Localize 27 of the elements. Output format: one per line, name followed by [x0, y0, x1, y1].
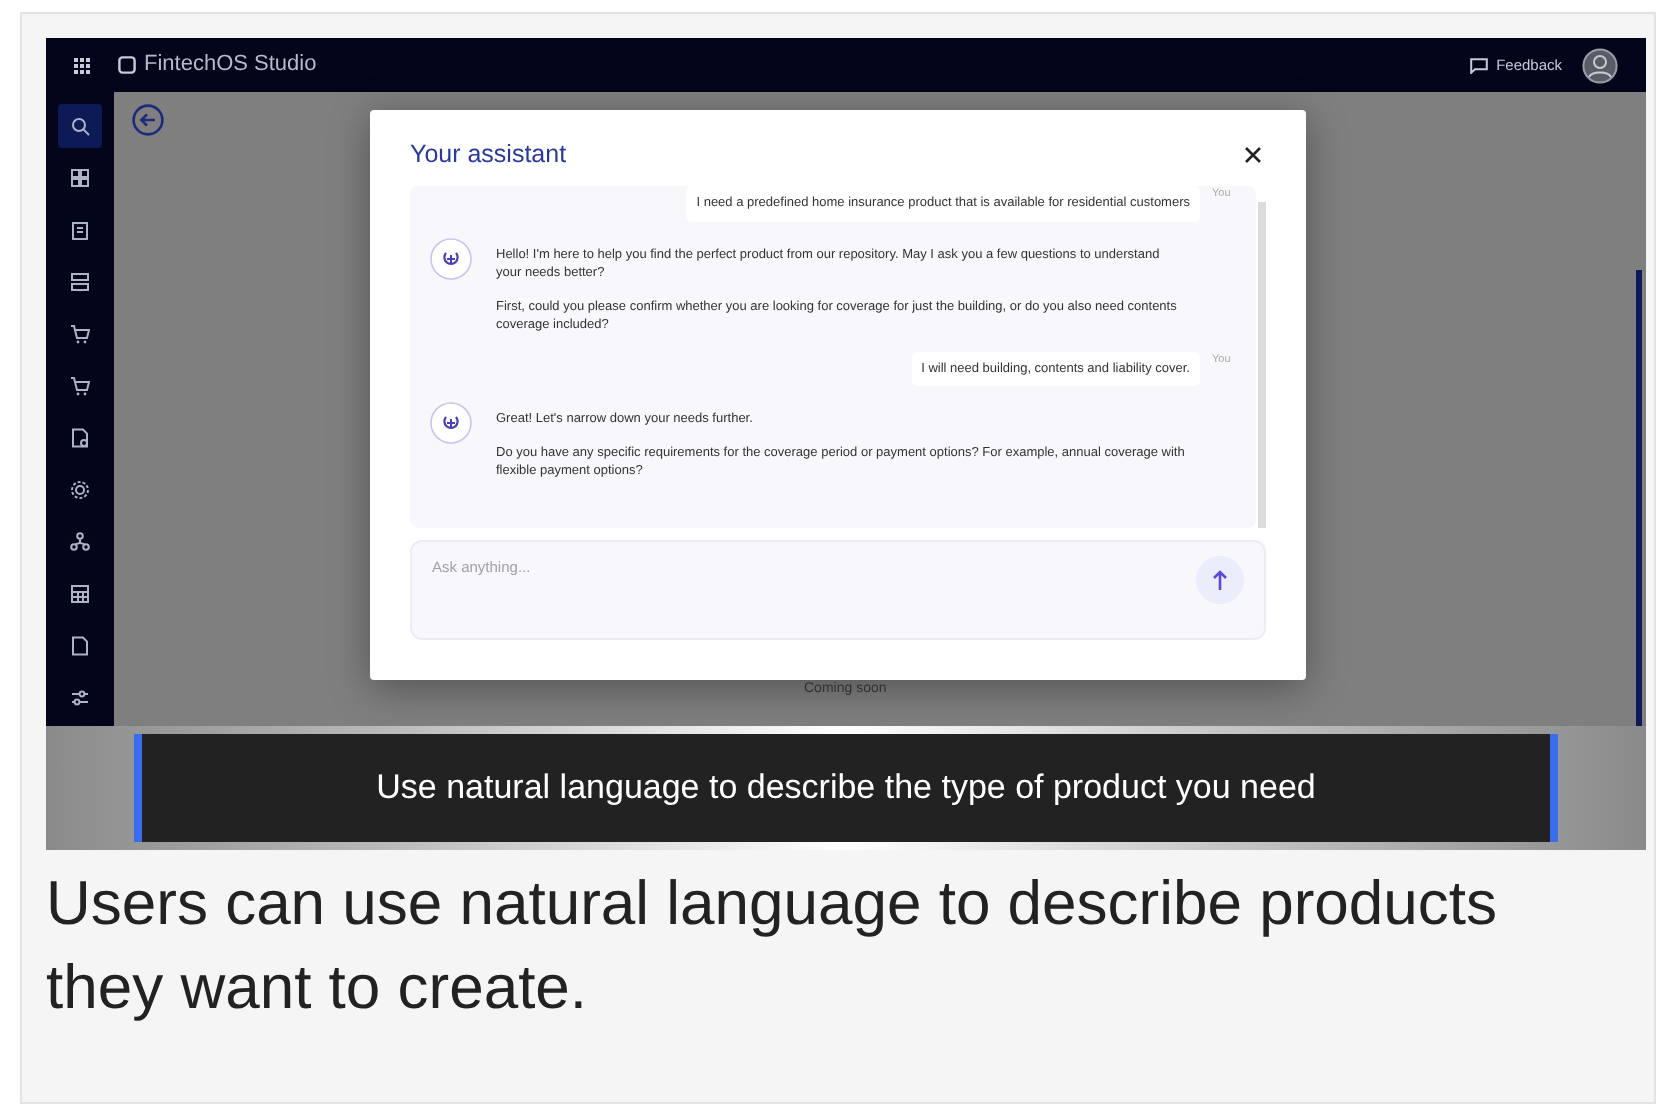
app-title: FintechOS Studio [144, 50, 317, 81]
apps-grid-icon[interactable] [74, 57, 90, 73]
table-icon [70, 584, 90, 604]
clipboard-icon [70, 220, 90, 240]
avatar-icon[interactable] [1582, 47, 1618, 83]
sidebar-item[interactable] [58, 104, 102, 148]
file-icon [70, 636, 90, 656]
network-icon [70, 532, 90, 552]
send-arrow-icon [1210, 567, 1230, 592]
caption-text: Use natural language to describe the type of product you need [376, 766, 1316, 811]
description-text: Users can use natural language to describe products they want to create. [46, 866, 1499, 1026]
back-icon[interactable] [132, 104, 164, 136]
close-icon[interactable] [1244, 145, 1262, 164]
grid-icon [70, 168, 90, 188]
search-icon [70, 116, 90, 136]
document-icon [70, 428, 90, 448]
cart-icon [70, 324, 90, 344]
sliders-icon [70, 688, 90, 708]
gear-icon [70, 480, 90, 500]
dialog-title: Your assistant [410, 138, 567, 172]
speech-bubble-icon [1470, 57, 1489, 73]
cart-icon [70, 376, 90, 396]
send-button[interactable] [1196, 555, 1244, 604]
assistant-avatar-icon [430, 237, 472, 279]
boxes-icon [70, 272, 90, 292]
assistant-avatar-icon [430, 402, 472, 445]
square-logo-icon [118, 56, 136, 74]
